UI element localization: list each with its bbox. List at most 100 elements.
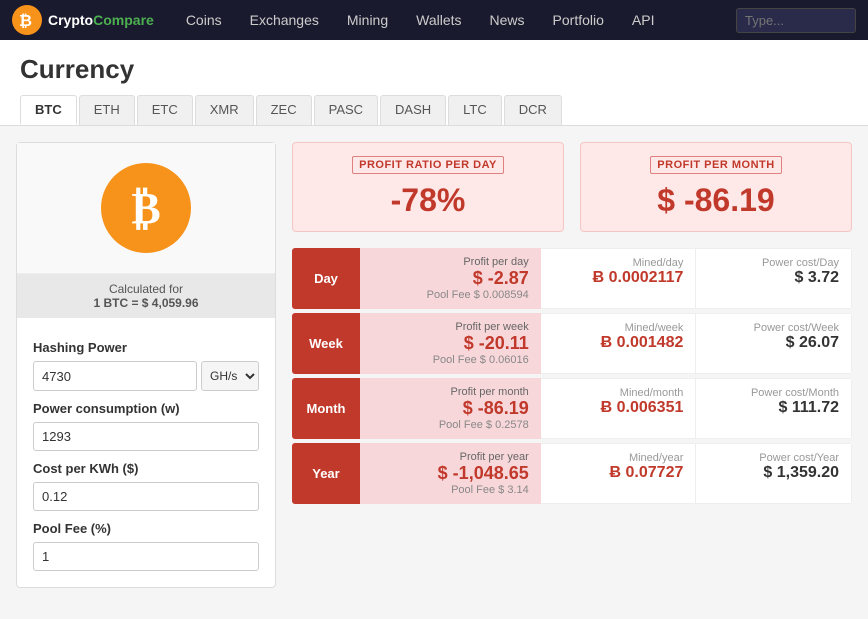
row-power-cell: Power cost/Day $ 3.72 (696, 248, 852, 309)
tab-btc[interactable]: BTC (20, 95, 77, 125)
logo-icon: ₿ (12, 5, 42, 35)
navbar: ₿ Crypto Compare Coins Exchanges Mining … (0, 0, 868, 40)
profit-ratio-label: PROFIT RATIO PER DAY (352, 156, 504, 174)
table-row: Week Profit per week $ -20.11 Pool Fee $… (292, 313, 852, 374)
cost-per-kwh-input[interactable] (33, 482, 259, 511)
row-power-title: Power cost/Year (708, 452, 839, 464)
btc-symbol: ₿ (131, 183, 160, 234)
row-profit-title: Profit per month (372, 386, 529, 398)
calculated-for: Calculated for 1 BTC = $ 4,059.96 (17, 274, 275, 318)
tab-dash[interactable]: DASH (380, 95, 446, 125)
row-profit-title: Profit per year (372, 451, 529, 463)
right-panel: PROFIT RATIO PER DAY -78% PROFIT PER MON… (292, 142, 852, 588)
tab-ltc[interactable]: LTC (448, 95, 502, 125)
tab-etc[interactable]: ETC (137, 95, 193, 125)
cost-per-kwh-label: Cost per KWh ($) (33, 461, 259, 476)
logo-text-crypto: Crypto (48, 12, 93, 28)
row-mined-cell: Mined/year Ƀ 0.07727 (541, 443, 697, 504)
pool-fee-label: Pool Fee (%) (33, 521, 259, 536)
tab-zec[interactable]: ZEC (256, 95, 312, 125)
row-mined-value: Ƀ 0.001482 (553, 334, 684, 352)
logo-text-compare: Compare (93, 12, 154, 28)
row-mined-cell: Mined/week Ƀ 0.001482 (541, 313, 697, 374)
svg-text:₿: ₿ (19, 12, 32, 30)
hashing-power-input[interactable] (33, 361, 197, 391)
row-mined-title: Mined/month (553, 387, 684, 399)
nav-mining[interactable]: Mining (335, 0, 400, 40)
row-profit-value: $ -2.87 (372, 268, 529, 289)
row-profit-cell: Profit per month $ -86.19 Pool Fee $ 0.2… (360, 378, 541, 439)
row-power-value: $ 1,359.20 (708, 464, 839, 482)
row-mined-value: Ƀ 0.006351 (553, 399, 684, 417)
row-mined-value: Ƀ 0.0002117 (553, 269, 684, 287)
row-profit-value: $ -20.11 (372, 333, 529, 354)
profit-month-box: PROFIT PER MONTH $ -86.19 (580, 142, 852, 232)
profit-ratio-box: PROFIT RATIO PER DAY -78% (292, 142, 564, 232)
row-profit-cell: Profit per day $ -2.87 Pool Fee $ 0.0085… (360, 248, 541, 309)
hashing-power-label: Hashing Power (33, 340, 259, 355)
calculated-label: Calculated for (109, 282, 183, 296)
row-mined-title: Mined/year (553, 452, 684, 464)
row-period-label: Year (292, 443, 360, 504)
row-power-value: $ 3.72 (708, 269, 839, 287)
row-profit-cell: Profit per year $ -1,048.65 Pool Fee $ 3… (360, 443, 541, 504)
row-mined-title: Mined/week (553, 322, 684, 334)
table-row: Year Profit per year $ -1,048.65 Pool Fe… (292, 443, 852, 504)
row-power-cell: Power cost/Week $ 26.07 (696, 313, 852, 374)
tab-dcr[interactable]: DCR (504, 95, 562, 125)
nav-exchanges[interactable]: Exchanges (238, 0, 331, 40)
row-power-value: $ 111.72 (708, 399, 839, 417)
row-mined-cell: Mined/day Ƀ 0.0002117 (541, 248, 697, 309)
calculated-value: 1 BTC = $ 4,059.96 (25, 296, 267, 310)
row-mined-cell: Mined/month Ƀ 0.006351 (541, 378, 697, 439)
row-power-cell: Power cost/Month $ 111.72 (696, 378, 852, 439)
row-pool-fee: Pool Fee $ 0.008594 (372, 289, 529, 301)
hashing-power-unit-select[interactable]: GH/s MH/s KH/s TH/s (201, 361, 259, 391)
nav-links: Coins Exchanges Mining Wallets News Port… (174, 0, 736, 40)
row-mined-value: Ƀ 0.07727 (553, 464, 684, 482)
data-rows-container: Day Profit per day $ -2.87 Pool Fee $ 0.… (292, 248, 852, 504)
search-input[interactable] (736, 8, 856, 33)
logo[interactable]: ₿ Crypto Compare (12, 5, 154, 35)
row-profit-title: Profit per day (372, 256, 529, 268)
form-section: Hashing Power GH/s MH/s KH/s TH/s Power … (17, 318, 275, 571)
btc-circle: ₿ (101, 163, 191, 253)
tab-eth[interactable]: ETH (79, 95, 135, 125)
nav-portfolio[interactable]: Portfolio (541, 0, 616, 40)
row-mined-title: Mined/day (553, 257, 684, 269)
nav-wallets[interactable]: Wallets (404, 0, 473, 40)
row-profit-cell: Profit per week $ -20.11 Pool Fee $ 0.06… (360, 313, 541, 374)
table-row: Month Profit per month $ -86.19 Pool Fee… (292, 378, 852, 439)
row-period-label: Week (292, 313, 360, 374)
nav-news[interactable]: News (478, 0, 537, 40)
row-power-title: Power cost/Week (708, 322, 839, 334)
row-profit-value: $ -1,048.65 (372, 463, 529, 484)
row-power-value: $ 26.07 (708, 334, 839, 352)
profit-month-value: $ -86.19 (597, 182, 835, 219)
profit-month-label: PROFIT PER MONTH (650, 156, 781, 174)
hashing-power-row: GH/s MH/s KH/s TH/s (33, 361, 259, 391)
tab-pasc[interactable]: PASC (314, 95, 378, 125)
power-consumption-label: Power consumption (w) (33, 401, 259, 416)
currency-tabs: BTC ETH ETC XMR ZEC PASC DASH LTC DCR (20, 95, 848, 125)
row-profit-title: Profit per week (372, 321, 529, 333)
coin-icon-area: ₿ (17, 143, 275, 274)
pool-fee-input[interactable] (33, 542, 259, 571)
left-panel: ₿ Calculated for 1 BTC = $ 4,059.96 Hash… (16, 142, 276, 588)
btc-logo-icon: ₿ (17, 10, 37, 30)
main-content: ₿ Calculated for 1 BTC = $ 4,059.96 Hash… (0, 126, 868, 604)
profit-ratio-value: -78% (309, 182, 547, 219)
power-consumption-input[interactable] (33, 422, 259, 451)
row-pool-fee: Pool Fee $ 0.2578 (372, 419, 529, 431)
row-power-title: Power cost/Month (708, 387, 839, 399)
nav-api[interactable]: API (620, 0, 667, 40)
row-power-title: Power cost/Day (708, 257, 839, 269)
profit-summary: PROFIT RATIO PER DAY -78% PROFIT PER MON… (292, 142, 852, 232)
row-profit-value: $ -86.19 (372, 398, 529, 419)
row-period-label: Day (292, 248, 360, 309)
row-pool-fee: Pool Fee $ 0.06016 (372, 354, 529, 366)
row-period-label: Month (292, 378, 360, 439)
nav-coins[interactable]: Coins (174, 0, 234, 40)
tab-xmr[interactable]: XMR (195, 95, 254, 125)
currency-header: Currency BTC ETH ETC XMR ZEC PASC DASH L… (0, 40, 868, 126)
